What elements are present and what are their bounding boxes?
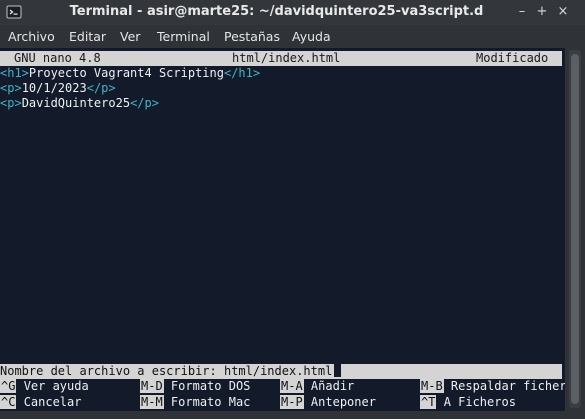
scrollbar-thumb[interactable] <box>571 54 579 404</box>
vertical-scrollbar[interactable] <box>565 48 585 411</box>
html-tag: </p> <box>130 96 159 110</box>
menu-archivo[interactable]: Archivo <box>8 29 55 44</box>
shortcut-anteponer[interactable]: M-P Anteponer <box>280 395 376 410</box>
menu-bar: Archivo Editar Ver Terminal Pestañas Ayu… <box>0 25 585 48</box>
shortcut-formato-mac[interactable]: M-M Formato Mac <box>140 395 250 410</box>
shortcut-key: ^T <box>420 395 437 409</box>
line-text: 10/1/2023 <box>21 81 87 95</box>
shortcut-cancelar[interactable]: ^C Cancelar <box>0 395 81 410</box>
shortcut-label: Cancelar <box>23 395 82 409</box>
line-text: Proyecto Vagrant4 Scripting <box>28 66 224 80</box>
prompt-text: Nombre del archivo a escribir: html/inde… <box>0 364 333 378</box>
terminal-app-icon <box>6 4 22 20</box>
html-tag: <p> <box>0 96 22 110</box>
editor-line[interactable]: <h1>Proyecto Vagrant4 Scripting</h1> <box>0 66 260 81</box>
nano-version: GNU nano 4.8 <box>14 51 101 65</box>
shortcut-label: Anteponer <box>310 395 376 409</box>
nano-header-bar: GNU nano 4.8 html/index.html Modificado <box>0 51 562 66</box>
shortcut-key: M-P <box>280 395 304 409</box>
text-cursor <box>334 364 342 377</box>
html-tag: </p> <box>86 81 116 95</box>
shortcut-anadir[interactable]: M-A Añadir <box>280 379 354 394</box>
editor-line[interactable]: <p>DavidQuintero25</p> <box>0 96 159 111</box>
close-button[interactable]: × <box>554 3 572 21</box>
menu-ver[interactable]: Ver <box>120 29 140 44</box>
line-text: DavidQuintero25 <box>21 96 131 110</box>
minimize-button[interactable]: – <box>513 3 531 21</box>
window-bottom-border <box>0 411 585 419</box>
terminal-area[interactable]: GNU nano 4.8 html/index.html Modificado … <box>0 48 565 411</box>
shortcut-label: Respaldar ficher <box>450 379 565 393</box>
window-title: Terminal - asir@marte25: ~/davidquintero… <box>69 4 484 19</box>
window-titlebar[interactable]: Terminal - asir@marte25: ~/davidquintero… <box>0 0 585 25</box>
shortcut-key: M-B <box>420 379 444 393</box>
shortcut-label: Formato DOS <box>170 379 251 393</box>
shortcut-label: Ver ayuda <box>23 379 89 393</box>
shortcut-key: M-A <box>280 379 304 393</box>
shortcut-label: A Ficheros <box>443 395 516 409</box>
filename-prompt[interactable]: Nombre del archivo a escribir: html/inde… <box>0 364 562 379</box>
shortcut-respaldar-fichero[interactable]: M-B Respaldar ficher <box>420 379 565 394</box>
menu-terminal[interactable]: Terminal <box>157 29 210 44</box>
shortcut-key: ^G <box>0 379 17 393</box>
html-tag: <h1> <box>0 66 29 80</box>
maximize-button[interactable]: + <box>533 3 551 21</box>
shortcut-formato-dos[interactable]: M-D Formato DOS <box>140 379 250 394</box>
shortcut-key: M-D <box>140 379 164 393</box>
shortcut-key: ^C <box>0 395 17 409</box>
menu-pestanas[interactable]: Pestañas <box>224 29 280 44</box>
menu-ayuda[interactable]: Ayuda <box>292 29 331 44</box>
shortcut-key: M-M <box>140 395 164 409</box>
nano-status: Modificado <box>476 51 549 65</box>
shortcut-label: Añadir <box>310 379 355 393</box>
nano-filename: html/index.html <box>232 51 341 65</box>
shortcut-a-ficheros[interactable]: ^T A Ficheros <box>420 395 516 410</box>
editor-line[interactable]: <p>10/1/2023</p> <box>0 81 116 96</box>
shortcut-label: Formato Mac <box>170 395 251 409</box>
shortcut-ver-ayuda[interactable]: ^G Ver ayuda <box>0 379 89 394</box>
menu-editar[interactable]: Editar <box>69 29 106 44</box>
html-tag: <p> <box>0 81 22 95</box>
html-tag: </h1> <box>223 66 261 80</box>
